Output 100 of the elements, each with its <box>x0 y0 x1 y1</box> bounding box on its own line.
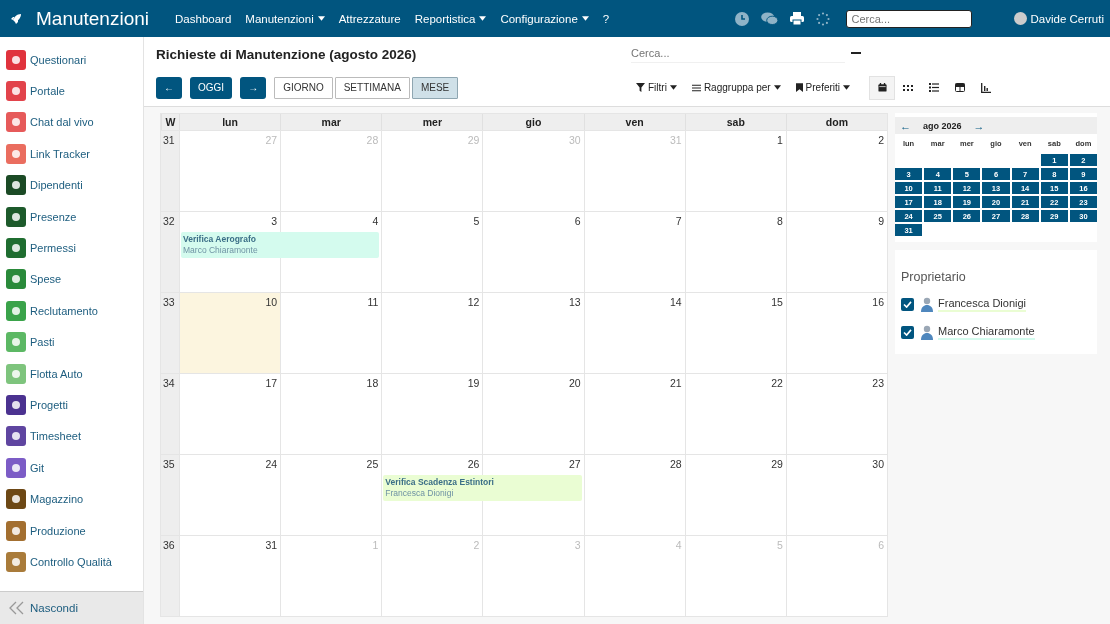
bar-chart-icon <box>981 82 992 93</box>
day-cell[interactable]: 17 <box>179 374 281 454</box>
filter-menu-button[interactable]: Preferiti <box>795 82 851 93</box>
app-title: Manutenzioni <box>36 7 150 30</box>
caret-icon <box>773 85 781 90</box>
day-cell[interactable]: 7 <box>583 212 685 292</box>
day-cell[interactable]: 22 <box>684 374 786 454</box>
nav-button[interactable]: ← <box>156 76 182 99</box>
sidebar-item[interactable]: Portale <box>0 75 143 107</box>
menu-item[interactable]: Dashboard <box>169 8 238 29</box>
caret-icon <box>581 16 589 21</box>
clock-icon[interactable] <box>734 11 749 26</box>
checkbox[interactable] <box>901 325 914 339</box>
spinner-icon <box>815 11 830 26</box>
calendar-icon <box>877 83 887 92</box>
scale-tab[interactable]: SETTIMANA <box>334 76 410 99</box>
scale-tab[interactable]: MESE <box>411 76 459 99</box>
sidebar-item[interactable]: Dipendenti <box>0 169 143 201</box>
sidebar-item[interactable]: Git <box>0 452 143 484</box>
calendar-event[interactable]: Verifica Aerografo Marco Chiaramonte <box>181 232 380 258</box>
chat-icon[interactable] <box>760 12 778 25</box>
day-cell[interactable]: 8 <box>684 212 786 292</box>
printer-icon[interactable] <box>789 12 804 25</box>
day-cell[interactable]: 19 <box>381 374 483 454</box>
next-month-button[interactable]: → <box>973 119 985 132</box>
table-icon <box>955 83 966 92</box>
day-cell[interactable]: 11 <box>280 293 382 373</box>
sidebar-item[interactable]: Produzione <box>0 514 143 547</box>
day-cell[interactable]: 30 <box>785 455 887 535</box>
sidebar-item[interactable]: Permessi <box>0 232 143 264</box>
menu-icon <box>691 83 701 92</box>
owner-name: Francesca Dionigi <box>938 296 1027 312</box>
day-cell[interactable]: 21 <box>583 374 685 454</box>
grid-icon <box>903 84 914 91</box>
day-cell[interactable]: 9 <box>785 212 887 292</box>
day-cell[interactable]: 23 <box>785 374 887 454</box>
day-cell[interactable]: 28 <box>583 455 685 535</box>
day-cell[interactable]: 6 <box>482 212 584 292</box>
sidebar-item[interactable]: Magazzino <box>0 483 143 515</box>
day-cell[interactable]: 18 <box>280 374 382 454</box>
scale-tab[interactable]: GIORNO <box>274 76 333 99</box>
day-cell[interactable]: 13 <box>482 293 584 373</box>
filter-icon <box>636 83 645 92</box>
day-cell[interactable]: 12 <box>381 293 483 373</box>
weekday-header: sab <box>684 114 786 130</box>
day-cell[interactable]: 31 <box>179 536 281 616</box>
rocket-icon[interactable] <box>10 12 22 25</box>
menu-item[interactable]: Configurazione <box>494 8 595 29</box>
sidebar-item[interactable]: Pasti <box>0 326 143 358</box>
sidebar-item[interactable]: Presenze <box>0 200 143 233</box>
owner-name: Marco Chiaramonte <box>938 324 1035 340</box>
caret-icon <box>843 85 851 90</box>
view-switch-button[interactable] <box>869 75 896 100</box>
day-cell[interactable]: 1 <box>684 131 786 211</box>
checkbox[interactable] <box>901 297 914 311</box>
nav-button[interactable]: → <box>240 76 267 99</box>
weekday-header: mer <box>381 114 483 130</box>
day-cell[interactable]: 24 <box>179 455 281 535</box>
sidebar-item[interactable]: Spese <box>0 263 143 296</box>
day-cell[interactable]: 10 <box>179 293 281 373</box>
search-field[interactable]: Cerca... <box>845 9 972 28</box>
sidebar-item[interactable]: Link Tracker <box>0 138 143 170</box>
week-number: 32 <box>161 212 179 292</box>
menu-item[interactable]: ? <box>596 8 616 29</box>
filter-menu-button[interactable]: Raggruppa per <box>691 82 781 93</box>
week-number: 33 <box>161 293 179 373</box>
calendar-event[interactable]: Verifica Scadenza Estintori Francesca Dionigi <box>383 475 582 501</box>
hide-link[interactable]: Nascondi <box>30 602 78 614</box>
menu-item[interactable]: Reportistica <box>408 8 493 29</box>
week-number: 35 <box>161 455 179 535</box>
weekday-header: gio <box>482 114 584 130</box>
sidebar-item[interactable]: Timesheet <box>0 420 143 453</box>
day-cell[interactable]: 14 <box>583 293 685 373</box>
sidebar-item[interactable]: Flotta Auto <box>0 357 143 390</box>
menu-item[interactable]: Attrezzature <box>332 8 407 29</box>
weekday-header: mar <box>280 114 382 130</box>
avatar-icon <box>919 296 935 312</box>
week-number: 31 <box>161 131 179 211</box>
avatar-icon <box>919 324 935 340</box>
filter-menu-button[interactable]: Filtri <box>636 82 677 93</box>
nav-button[interactable]: OGGI <box>190 76 233 99</box>
user-name[interactable]: Davide Cerruti <box>1030 12 1104 25</box>
weekday-header: ven <box>583 114 685 130</box>
day-cell[interactable]: 29 <box>684 455 786 535</box>
sidebar-item[interactable]: Controllo Qualità <box>0 546 143 578</box>
day-cell[interactable]: 20 <box>482 374 584 454</box>
week-header: W <box>161 114 179 130</box>
sidebar-item[interactable]: Reclutamento <box>0 295 143 327</box>
caret-icon <box>317 16 325 21</box>
day-cell[interactable]: 5 <box>381 212 483 292</box>
day-cell[interactable]: 16 <box>785 293 887 373</box>
day-cell[interactable]: 15 <box>684 293 786 373</box>
day-cell[interactable]: 25 <box>280 455 382 535</box>
sidebar-item[interactable]: Chat dal vivo <box>0 106 143 139</box>
menu-item[interactable]: Manutenzioni <box>239 8 331 29</box>
sidebar-item[interactable]: Progetti <box>0 389 143 421</box>
day-cell[interactable]: 2 <box>785 131 887 211</box>
sidebar-item[interactable]: Questionari <box>0 44 143 76</box>
weekday-header: dom <box>785 114 887 130</box>
prev-month-button[interactable]: ← <box>900 119 911 132</box>
